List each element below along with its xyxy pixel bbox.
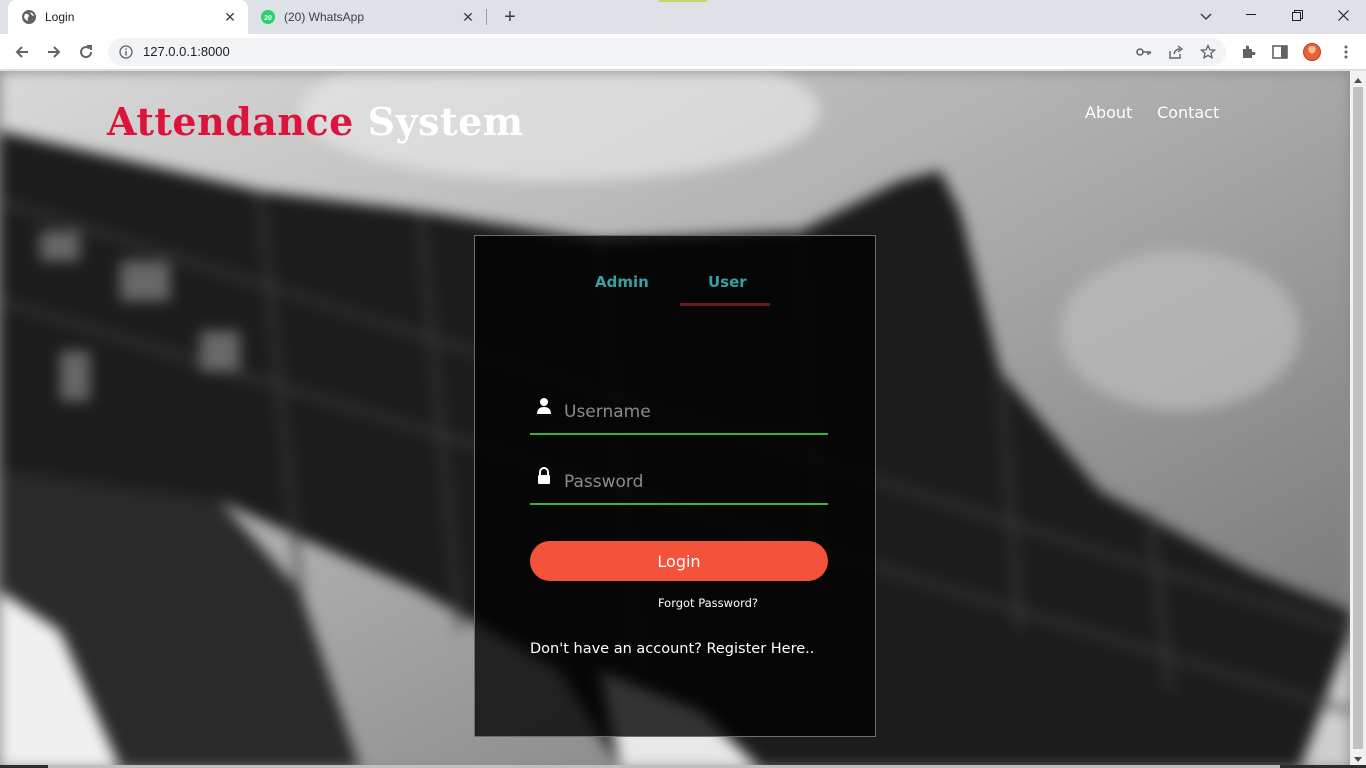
tab-login[interactable]: Login ✕ <box>8 0 248 34</box>
tab-title: Login <box>45 10 75 24</box>
scroll-down-arrow-icon[interactable] <box>1350 754 1366 764</box>
side-panel-icon[interactable] <box>1268 40 1292 64</box>
brand-word-attendance: Attendance <box>107 99 354 144</box>
tab-admin[interactable]: Admin <box>595 273 649 291</box>
address-bar[interactable]: 127.0.0.1:8000 <box>108 38 1226 66</box>
key-icon[interactable] <box>1132 42 1156 62</box>
page-viewport: Attendance System About Contact Admin Us… <box>0 71 1350 768</box>
share-icon[interactable] <box>1164 42 1188 62</box>
reload-button[interactable] <box>72 38 100 66</box>
tab-strip-accent <box>659 0 707 2</box>
url-text: 127.0.0.1:8000 <box>143 44 230 59</box>
user-icon <box>536 397 552 415</box>
tab-user[interactable]: User <box>708 273 747 291</box>
minimize-button[interactable] <box>1228 0 1274 30</box>
scrollbar-thumb[interactable] <box>1353 87 1363 749</box>
username-input[interactable] <box>564 397 822 427</box>
nav-about-link[interactable]: About <box>1085 103 1132 122</box>
page-scrollbar[interactable] <box>1350 71 1366 768</box>
restore-button[interactable] <box>1274 0 1320 30</box>
active-tab-indicator <box>680 303 770 306</box>
tab-strip: Login ✕ 20 (20) WhatsApp ✕ + <box>0 0 1366 34</box>
nav-contact-link[interactable]: Contact <box>1157 103 1219 122</box>
tab-divider <box>486 9 487 25</box>
info-icon[interactable] <box>118 44 134 60</box>
tab-title: (20) WhatsApp <box>284 10 365 24</box>
close-icon[interactable]: ✕ <box>220 7 240 27</box>
forgot-password-link[interactable]: Forgot Password? <box>475 596 875 610</box>
login-button[interactable]: Login <box>530 541 828 581</box>
star-icon[interactable] <box>1196 42 1220 62</box>
scroll-up-arrow-icon[interactable] <box>1350 75 1366 85</box>
login-card: Admin User Login Forgot Password? Don't … <box>474 235 876 737</box>
password-field <box>530 463 828 505</box>
close-window-button[interactable] <box>1320 0 1366 30</box>
site-brand[interactable]: Attendance System <box>107 99 523 144</box>
username-field <box>530 393 828 435</box>
new-tab-button[interactable]: + <box>498 5 522 29</box>
forward-button[interactable] <box>40 38 68 66</box>
whatsapp-icon: 20 <box>260 9 276 25</box>
menu-icon[interactable] <box>1334 40 1358 64</box>
lock-icon <box>536 467 552 485</box>
tab-whatsapp[interactable]: 20 (20) WhatsApp ✕ <box>248 0 486 34</box>
browser-toolbar: 127.0.0.1:8000 <box>0 34 1366 70</box>
close-icon[interactable]: ✕ <box>458 7 478 27</box>
brand-word-system: System <box>367 99 524 144</box>
globe-icon <box>21 9 37 25</box>
register-link[interactable]: Don't have an account? Register Here.. <box>530 641 828 657</box>
profile-avatar[interactable] <box>1303 43 1321 61</box>
back-button[interactable] <box>8 38 36 66</box>
password-input[interactable] <box>564 467 822 497</box>
chevron-down-icon[interactable] <box>1194 5 1218 29</box>
whatsapp-badge: 20 <box>264 15 272 22</box>
extensions-icon[interactable] <box>1236 40 1260 64</box>
